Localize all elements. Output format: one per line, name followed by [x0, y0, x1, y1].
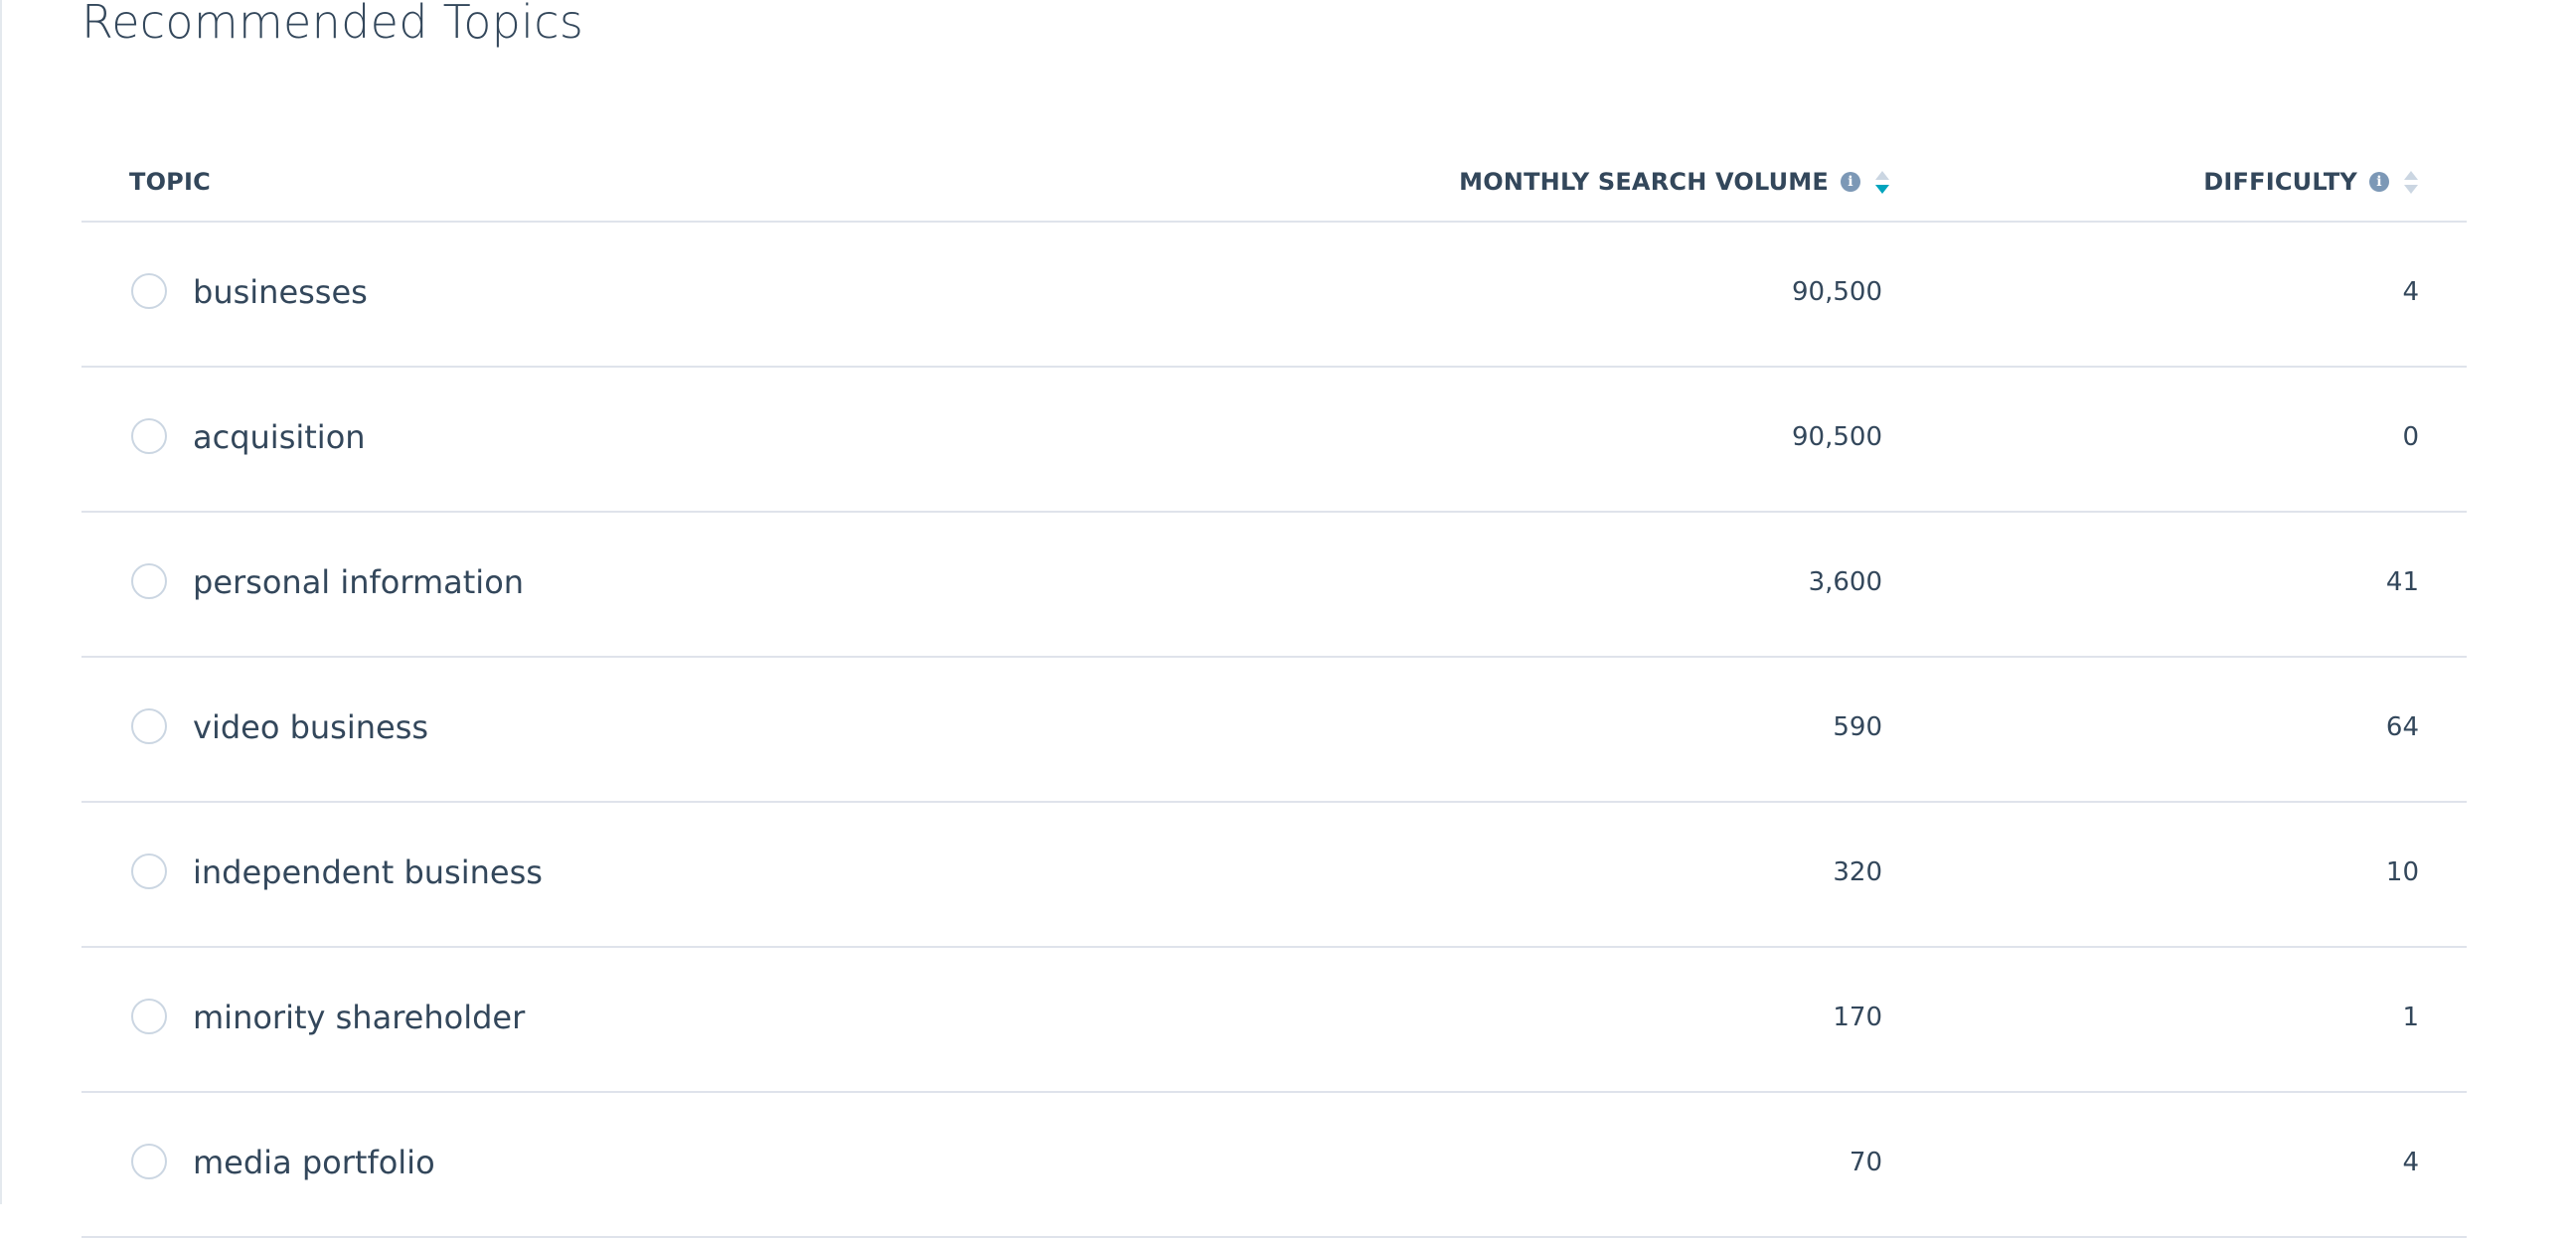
search-volume: 320: [1833, 857, 1882, 887]
topics-table: TOPIC MONTHLY SEARCH VOLUME i DIFFICULTY…: [81, 143, 2467, 1238]
row-select-radio[interactable]: [131, 418, 167, 454]
info-icon[interactable]: i: [1841, 172, 1860, 192]
search-volume: 90,500: [1792, 277, 1882, 307]
info-icon[interactable]: i: [2369, 172, 2389, 192]
row-select-radio[interactable]: [131, 1144, 167, 1179]
difficulty-score: 41: [2385, 567, 2419, 597]
topic-name: video business: [193, 708, 429, 746]
column-header-volume-label[interactable]: MONTHLY SEARCH VOLUME: [1459, 168, 1829, 196]
column-header-difficulty-label[interactable]: DIFFICULTY: [2203, 168, 2357, 196]
column-header-topic: TOPIC: [129, 143, 211, 221]
topic-name: businesses: [193, 273, 368, 311]
table-row[interactable]: personal information 3,600 41: [81, 513, 2467, 658]
topic-name: minority shareholder: [193, 999, 526, 1036]
table-row[interactable]: independent business 320 10: [81, 803, 2467, 948]
search-volume: 170: [1833, 1003, 1882, 1032]
row-select-radio[interactable]: [131, 563, 167, 599]
table-row[interactable]: businesses 90,500 4: [81, 223, 2467, 368]
table-row[interactable]: video business 590 64: [81, 658, 2467, 803]
sort-descending-icon: [1875, 184, 1889, 194]
difficulty-score: 1: [2402, 1003, 2419, 1032]
panel-left-border: [0, 0, 2, 1204]
table-row[interactable]: minority shareholder 170 1: [81, 948, 2467, 1093]
column-header-volume[interactable]: MONTHLY SEARCH VOLUME i: [1459, 143, 1890, 221]
sort-descending-icon: [2404, 184, 2418, 194]
sort-ascending-icon: [1875, 170, 1889, 180]
search-volume: 70: [1849, 1148, 1882, 1177]
row-select-radio[interactable]: [131, 273, 167, 309]
difficulty-score: 4: [2402, 277, 2419, 307]
topic-name: independent business: [193, 853, 543, 891]
search-volume: 590: [1833, 712, 1882, 742]
difficulty-score: 10: [2385, 857, 2419, 887]
row-select-radio[interactable]: [131, 708, 167, 744]
row-select-radio[interactable]: [131, 853, 167, 889]
column-header-difficulty[interactable]: DIFFICULTY i: [2203, 143, 2419, 221]
table-header: TOPIC MONTHLY SEARCH VOLUME i DIFFICULTY…: [81, 143, 2467, 223]
page-title: Recommended Topics: [81, 0, 584, 49]
table-row[interactable]: acquisition 90,500 0: [81, 368, 2467, 513]
topic-name: acquisition: [193, 418, 366, 456]
table-row[interactable]: media portfolio 70 4: [81, 1093, 2467, 1238]
topic-name: media portfolio: [193, 1144, 435, 1181]
row-select-radio[interactable]: [131, 999, 167, 1034]
difficulty-score: 4: [2402, 1148, 2419, 1177]
search-volume: 3,600: [1808, 567, 1882, 597]
difficulty-score: 0: [2402, 422, 2419, 452]
difficulty-score: 64: [2385, 712, 2419, 742]
topic-name: personal information: [193, 563, 525, 601]
column-header-topic-label: TOPIC: [129, 168, 211, 196]
search-volume: 90,500: [1792, 422, 1882, 452]
sort-icon[interactable]: [2403, 165, 2419, 199]
sort-icon[interactable]: [1874, 165, 1890, 199]
sort-ascending-icon: [2404, 170, 2418, 180]
